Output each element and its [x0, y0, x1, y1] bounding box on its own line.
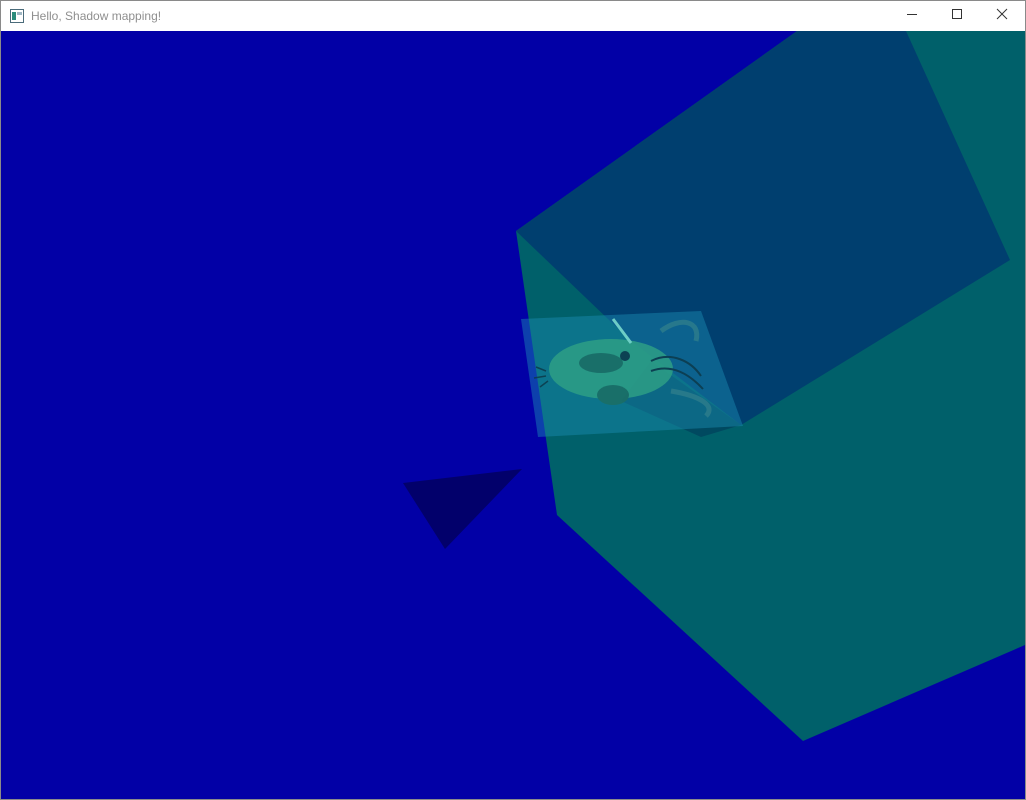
window-title: Hello, Shadow mapping!	[31, 9, 162, 23]
app-window-icon	[10, 9, 24, 23]
close-icon	[996, 7, 1008, 25]
opengl-render-viewport[interactable]	[1, 31, 1025, 799]
minimize-icon	[906, 7, 918, 25]
app-window: Hello, Shadow mapping!	[0, 0, 1026, 800]
minimize-button[interactable]	[889, 1, 935, 31]
maximize-icon	[951, 7, 963, 25]
maximize-button[interactable]	[934, 1, 980, 31]
close-button[interactable]	[979, 1, 1025, 31]
title-bar[interactable]: Hello, Shadow mapping!	[1, 1, 1025, 31]
